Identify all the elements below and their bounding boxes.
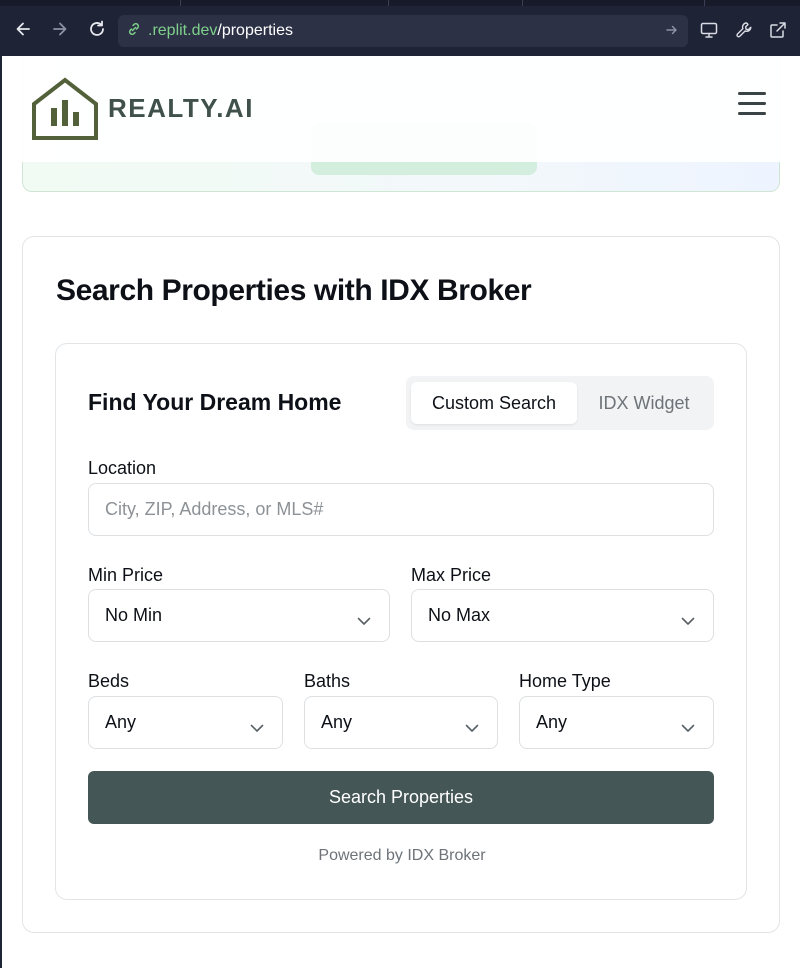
home-type-value: Any (536, 712, 568, 732)
address-bar[interactable]: .replit.dev/properties (118, 15, 688, 47)
search-section: Search Properties with IDX Broker Find Y… (22, 236, 780, 933)
url-path: /properties (217, 22, 293, 39)
back-icon[interactable] (12, 18, 34, 40)
page-content: REALTY.AI Search Properties with IDX Bro… (0, 56, 800, 968)
beds-value: Any (105, 712, 137, 732)
location-placeholder: City, ZIP, Address, or MLS# (105, 499, 324, 519)
search-mode-tabs: Custom Search IDX Widget (406, 376, 714, 430)
tab-strip (0, 0, 800, 6)
reload-icon[interactable] (86, 18, 108, 40)
location-label: Location (88, 458, 157, 478)
monitor-icon[interactable] (698, 19, 720, 41)
wrench-icon[interactable] (733, 19, 755, 41)
max-price-value: No Max (428, 605, 491, 625)
search-properties-button[interactable]: Search Properties (88, 771, 714, 824)
url-text: .replit.dev/properties (148, 22, 293, 40)
baths-select[interactable]: Any (304, 696, 498, 749)
chevron-down-icon (357, 610, 371, 631)
forward-icon[interactable] (49, 18, 71, 40)
min-price-select[interactable]: No Min (88, 589, 390, 642)
hamburger-menu-icon[interactable] (738, 92, 766, 116)
min-price-value: No Min (105, 605, 163, 625)
chevron-down-icon (465, 717, 479, 738)
browser-toolbar: .replit.dev/properties (0, 0, 800, 56)
chevron-down-icon (250, 717, 264, 738)
max-price-select[interactable]: No Max (411, 589, 714, 642)
brand-name[interactable]: REALTY.AI (108, 93, 254, 124)
beds-select[interactable]: Any (88, 696, 283, 749)
min-price-label: Min Price (88, 565, 164, 585)
section-title: Search Properties with IDX Broker (56, 274, 532, 307)
chevron-down-icon (681, 610, 695, 631)
baths-label: Baths (304, 671, 351, 691)
link-icon (126, 21, 142, 42)
house-logo-icon[interactable] (30, 76, 100, 140)
baths-value: Any (321, 712, 353, 732)
url-domain: .replit.dev (148, 22, 218, 39)
external-link-icon[interactable] (767, 19, 789, 41)
home-type-select[interactable]: Any (519, 696, 714, 749)
site-header: REALTY.AI (0, 56, 800, 162)
chevron-down-icon (681, 717, 695, 738)
card-title: Find Your Dream Home (88, 389, 342, 415)
location-input[interactable]: City, ZIP, Address, or MLS# (88, 483, 714, 536)
search-card: Find Your Dream Home Custom Search IDX W… (55, 343, 747, 900)
tab-custom-search[interactable]: Custom Search (411, 382, 577, 424)
beds-label: Beds (88, 671, 130, 691)
window-edge (0, 56, 2, 968)
tab-idx-widget[interactable]: IDX Widget (580, 382, 708, 424)
arrow-right-icon[interactable] (664, 22, 680, 43)
powered-by-text: Powered by IDX Broker (318, 847, 486, 864)
home-type-label: Home Type (519, 671, 611, 691)
max-price-label: Max Price (411, 565, 492, 585)
